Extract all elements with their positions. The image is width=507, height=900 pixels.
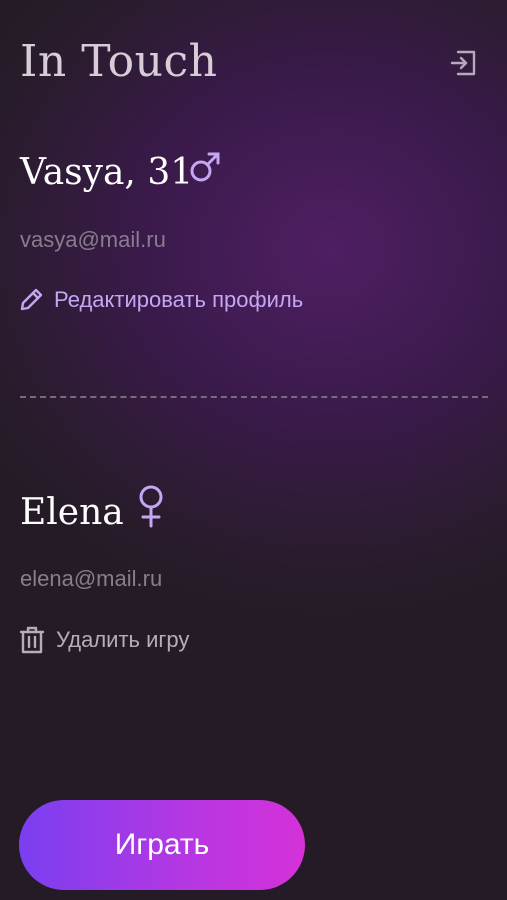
female-icon bbox=[139, 485, 163, 528]
app-title: In Touch bbox=[20, 36, 218, 87]
edit-profile-label: Редактировать профиль bbox=[54, 287, 304, 312]
user-name: Vasya, 31 bbox=[20, 152, 194, 193]
logout-icon bbox=[450, 50, 476, 76]
pencil-icon bbox=[20, 288, 43, 311]
delete-game-link[interactable]: Удалить игру bbox=[18, 625, 189, 655]
trash-icon bbox=[19, 626, 45, 654]
section-divider bbox=[20, 396, 488, 398]
partner-email: elena@mail.ru bbox=[20, 566, 163, 591]
user-email: vasya@mail.ru bbox=[20, 227, 166, 252]
logout-button[interactable] bbox=[448, 46, 480, 78]
edit-profile-link[interactable]: Редактировать профиль bbox=[18, 287, 303, 313]
partner-name: Elena bbox=[20, 492, 124, 533]
play-button[interactable]: Играть bbox=[19, 800, 305, 890]
male-icon bbox=[190, 152, 220, 182]
delete-game-label: Удалить игру bbox=[56, 627, 190, 652]
